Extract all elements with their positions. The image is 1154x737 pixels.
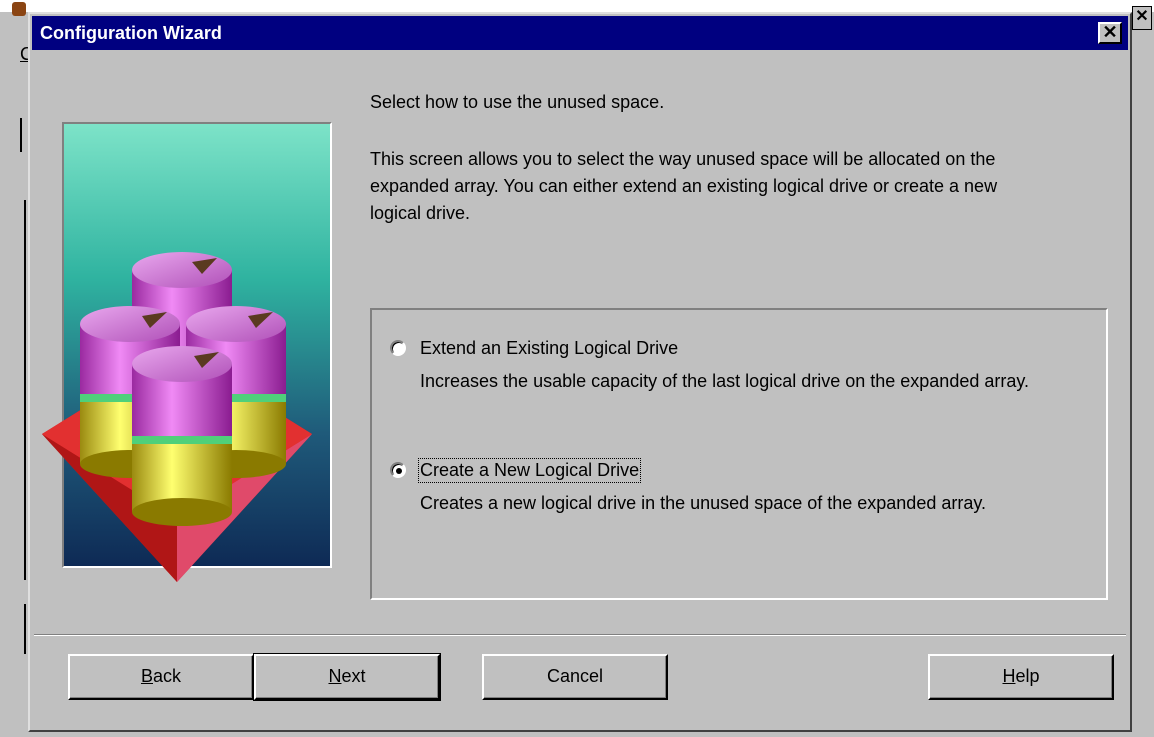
close-icon[interactable]: ✕ — [1098, 22, 1122, 44]
radio-selected-dot — [396, 468, 402, 474]
background-divider — [20, 118, 22, 152]
next-button[interactable]: Next — [253, 653, 441, 701]
radio-create-new[interactable] — [390, 462, 406, 478]
page-heading: Select how to use the unused space. — [370, 92, 665, 112]
button-separator — [34, 634, 1126, 636]
option-label[interactable]: Extend an Existing Logical Drive — [420, 338, 678, 359]
disk-array-illustration-icon — [42, 122, 332, 582]
app-icon — [12, 2, 26, 16]
background-divider — [24, 200, 26, 580]
background-close-icon[interactable]: ✕ — [1132, 6, 1152, 30]
title-bar[interactable]: Configuration Wizard ✕ — [32, 16, 1128, 50]
option-description: Creates a new logical drive in the unuse… — [420, 493, 987, 513]
background-title-strip — [0, 0, 1154, 12]
option-description: Increases the usable capacity of the las… — [420, 371, 1030, 391]
option-label[interactable]: Create a New Logical Drive — [417, 458, 642, 483]
background-divider — [24, 604, 26, 654]
dialog-title: Configuration Wizard — [40, 23, 222, 43]
help-button[interactable]: Help — [928, 654, 1114, 700]
configuration-wizard-dialog: Configuration Wizard ✕ Select how to use… — [28, 12, 1132, 732]
options-group: Extend an Existing Logical Drive Increas… — [370, 308, 1108, 600]
cancel-button[interactable]: Cancel — [482, 654, 668, 700]
page-description: This screen allows you to select the way… — [370, 149, 998, 223]
radio-extend-existing[interactable] — [390, 340, 406, 356]
back-button[interactable]: Back — [68, 654, 254, 700]
